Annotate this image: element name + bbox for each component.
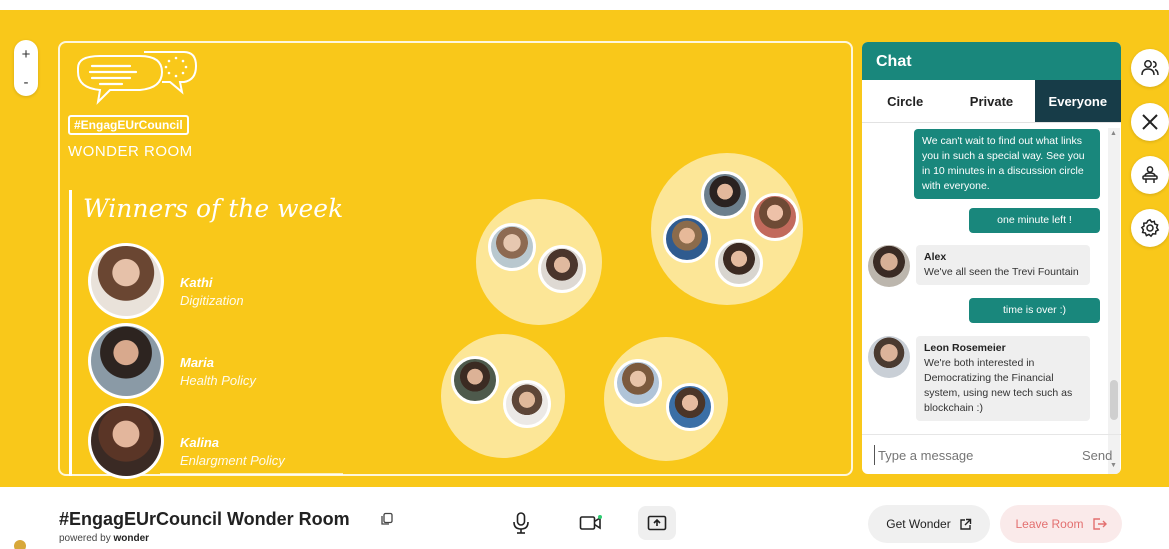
avatar[interactable] bbox=[663, 215, 711, 263]
close-icon bbox=[1142, 114, 1158, 130]
people-icon bbox=[1141, 60, 1159, 76]
screen-share-button[interactable] bbox=[638, 506, 676, 540]
winner-topic: Health Policy bbox=[180, 373, 256, 388]
winner-card: Maria Health Policy bbox=[88, 323, 348, 399]
tab-everyone[interactable]: Everyone bbox=[1034, 80, 1121, 122]
speech-bubbles-logo bbox=[77, 51, 198, 105]
discussion-circle[interactable] bbox=[604, 337, 728, 461]
winner-name: Maria bbox=[180, 355, 214, 370]
chat-message-other: Leon Rosemeier We're both interested in … bbox=[916, 336, 1090, 421]
winner-avatar-ring bbox=[88, 403, 164, 479]
avatar[interactable] bbox=[701, 171, 749, 219]
avatar bbox=[91, 406, 161, 476]
winner-topic: Enlargment Policy bbox=[180, 453, 285, 468]
avatar[interactable] bbox=[503, 380, 551, 428]
avatar[interactable] bbox=[614, 359, 662, 407]
host-button[interactable] bbox=[1131, 156, 1169, 194]
bottom-bar: #EngagEUrCouncil Wonder Room powered by … bbox=[0, 487, 1169, 549]
chat-panel: Chat Circle Private Everyone We can't wa… bbox=[862, 42, 1121, 474]
room-title: #EngagEUrCouncil Wonder Room bbox=[59, 509, 350, 529]
chat-message-mine: one minute left ! bbox=[969, 208, 1100, 233]
discussion-circle[interactable] bbox=[476, 199, 602, 325]
message-text: We've all seen the Trevi Fountain bbox=[924, 266, 1079, 278]
powered-by: powered by wonder bbox=[59, 533, 149, 544]
avatar bbox=[868, 336, 910, 378]
avatar bbox=[91, 246, 161, 316]
winners-divider bbox=[69, 190, 72, 476]
microphone-icon bbox=[513, 512, 529, 534]
camera-button[interactable] bbox=[572, 506, 610, 540]
winner-avatar-ring bbox=[88, 243, 164, 319]
message-text: We're both interested in Democratizing t… bbox=[924, 357, 1073, 414]
copy-icon bbox=[381, 512, 393, 525]
copy-link-button[interactable] bbox=[380, 512, 394, 531]
winner-avatar-ring bbox=[88, 323, 164, 399]
zoom-out-button[interactable]: - bbox=[24, 75, 29, 90]
close-chat-button[interactable] bbox=[1131, 103, 1169, 141]
get-wonder-button[interactable]: Get Wonder bbox=[868, 505, 990, 543]
avatar[interactable] bbox=[751, 193, 799, 241]
tab-circle[interactable]: Circle bbox=[862, 80, 948, 122]
chat-scrollbar[interactable]: ▲ ▼ bbox=[1108, 128, 1120, 474]
hashtag-badge: #EngagEUrCouncil bbox=[68, 115, 189, 135]
avatar bbox=[91, 326, 161, 396]
participants-button[interactable] bbox=[1131, 49, 1169, 87]
settings-button[interactable] bbox=[1131, 209, 1169, 247]
avatar bbox=[868, 245, 910, 287]
user-avatar[interactable] bbox=[14, 540, 26, 549]
discussion-circle[interactable] bbox=[651, 153, 803, 305]
video-camera-icon bbox=[579, 515, 602, 530]
send-button[interactable]: Send bbox=[1082, 448, 1112, 463]
chat-input-bar: Send bbox=[862, 434, 1121, 474]
screen-share-icon bbox=[647, 515, 667, 531]
avatar[interactable] bbox=[451, 356, 499, 404]
winner-card: Kalina Enlargment Policy bbox=[88, 403, 348, 479]
powered-brand: wonder bbox=[113, 533, 150, 544]
microphone-button[interactable] bbox=[502, 506, 540, 540]
chat-message-list[interactable]: We can't wait to find out what links you… bbox=[862, 123, 1110, 474]
winner-name: Kathi bbox=[180, 275, 213, 290]
avatar[interactable] bbox=[538, 245, 586, 293]
avatar[interactable] bbox=[666, 383, 714, 431]
chat-message-input[interactable] bbox=[874, 445, 1054, 465]
zoom-control: + - bbox=[14, 40, 38, 96]
winner-topic: Digitization bbox=[180, 293, 244, 308]
room-subtitle: WONDER ROOM bbox=[68, 143, 193, 160]
scroll-up-icon[interactable]: ▲ bbox=[1110, 130, 1117, 137]
host-icon bbox=[1142, 166, 1158, 183]
gear-icon bbox=[1140, 218, 1160, 238]
message-author: Leon Rosemeier bbox=[924, 342, 1006, 354]
chat-title: Chat bbox=[862, 42, 1121, 80]
zoom-in-button[interactable]: + bbox=[22, 47, 31, 62]
get-wonder-label: Get Wonder bbox=[886, 517, 951, 531]
chat-message-mine: time is over :) bbox=[969, 298, 1100, 323]
winner-card: Kathi Digitization bbox=[88, 243, 348, 319]
chat-message-other: Alex We've all seen the Trevi Fountain bbox=[916, 245, 1090, 285]
winners-baseline bbox=[160, 473, 343, 475]
chat-tabs: Circle Private Everyone bbox=[862, 80, 1121, 123]
leave-room-label: Leave Room bbox=[1015, 517, 1084, 531]
chat-message-mine: We can't wait to find out what links you… bbox=[914, 129, 1100, 199]
discussion-circle[interactable] bbox=[441, 334, 565, 458]
tab-private[interactable]: Private bbox=[948, 80, 1034, 122]
leave-room-button[interactable]: Leave Room bbox=[1000, 505, 1122, 543]
avatar[interactable] bbox=[715, 239, 763, 287]
exit-icon bbox=[1092, 518, 1107, 530]
scrollbar-thumb[interactable] bbox=[1110, 380, 1118, 420]
external-link-icon bbox=[960, 518, 971, 530]
powered-prefix: powered by bbox=[59, 533, 111, 544]
avatar[interactable] bbox=[488, 223, 536, 271]
winners-title: Winners of the week bbox=[83, 194, 344, 223]
winner-name: Kalina bbox=[180, 435, 220, 450]
message-author: Alex bbox=[924, 251, 947, 263]
